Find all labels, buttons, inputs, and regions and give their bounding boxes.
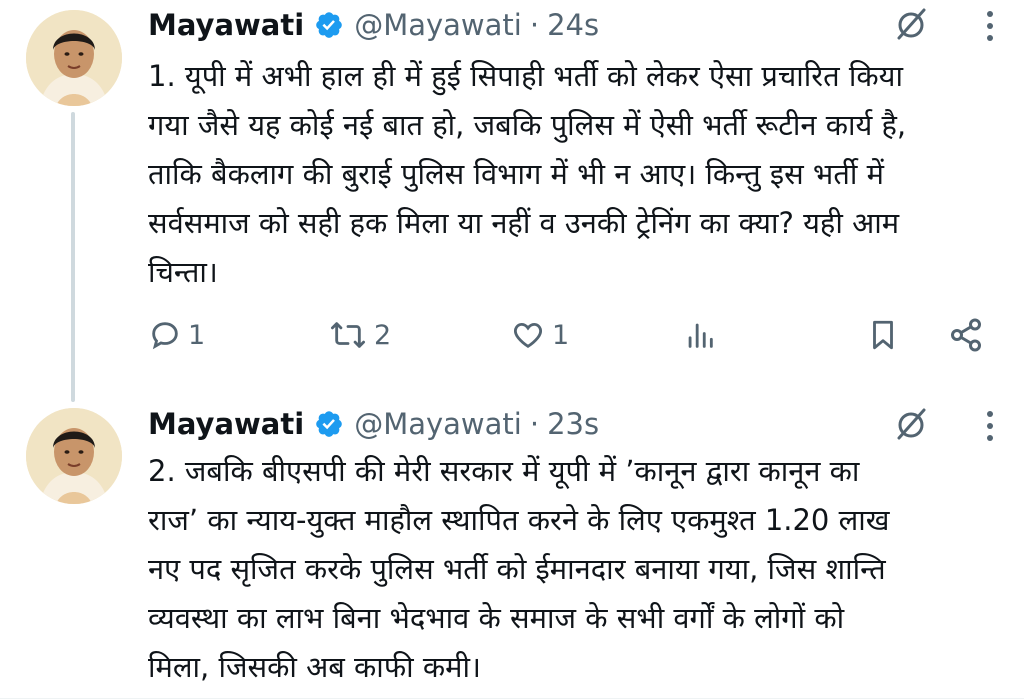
like-icon <box>510 318 546 352</box>
like-button[interactable]: 1 <box>510 310 569 360</box>
verified-badge-icon <box>314 409 344 439</box>
reply-button[interactable]: 1 <box>148 310 205 360</box>
tweet-actions: 1 2 1 <box>148 310 1008 360</box>
tweet-header: Mayawati @Mayawati · 24s <box>148 5 599 45</box>
tweet[interactable]: Mayawati @Mayawati · 23s 2. जबकि बीएसपी … <box>0 390 1024 699</box>
thread-connector-line <box>71 112 75 402</box>
tweet-thread: Mayawati @Mayawati · 24s 1. यूपी में अभी… <box>0 0 1024 699</box>
author-name[interactable]: Mayawati <box>148 8 304 42</box>
timestamp[interactable]: 24s <box>547 8 599 42</box>
more-icon[interactable] <box>976 4 1004 48</box>
grok-icon[interactable] <box>886 402 936 446</box>
author-handle[interactable]: @Mayawati <box>354 407 522 441</box>
tweet[interactable]: Mayawati @Mayawati · 24s 1. यूपी में अभी… <box>0 0 1024 402</box>
views-button[interactable] <box>683 310 717 360</box>
avatar[interactable] <box>26 10 122 106</box>
views-icon <box>683 318 717 352</box>
author-name[interactable]: Mayawati <box>148 407 304 441</box>
retweet-button[interactable]: 2 <box>328 310 391 360</box>
reply-count: 1 <box>188 319 206 351</box>
more-icon[interactable] <box>976 404 1004 448</box>
retweet-count: 2 <box>374 319 392 351</box>
separator-dot: · <box>529 407 540 441</box>
grok-icon[interactable] <box>886 2 936 46</box>
bookmark-icon <box>866 317 900 353</box>
reply-icon <box>148 318 182 352</box>
bookmark-button[interactable] <box>866 310 900 360</box>
separator-dot: · <box>529 8 540 42</box>
like-count: 1 <box>552 319 570 351</box>
tweet-text: 1. यूपी में अभी हाल ही में हुई सिपाही भर… <box>148 59 907 289</box>
timestamp[interactable]: 23s <box>547 407 599 441</box>
retweet-icon <box>328 318 368 352</box>
author-handle[interactable]: @Mayawati <box>354 8 522 42</box>
avatar[interactable] <box>26 408 122 504</box>
share-icon <box>948 317 984 353</box>
share-button[interactable] <box>948 310 984 360</box>
verified-badge-icon <box>314 10 344 40</box>
tweet-text: 2. जबकि बीएसपी की मेरी सरकार में यूपी मे… <box>148 454 890 684</box>
tweet-header: Mayawati @Mayawati · 23s <box>148 404 599 444</box>
